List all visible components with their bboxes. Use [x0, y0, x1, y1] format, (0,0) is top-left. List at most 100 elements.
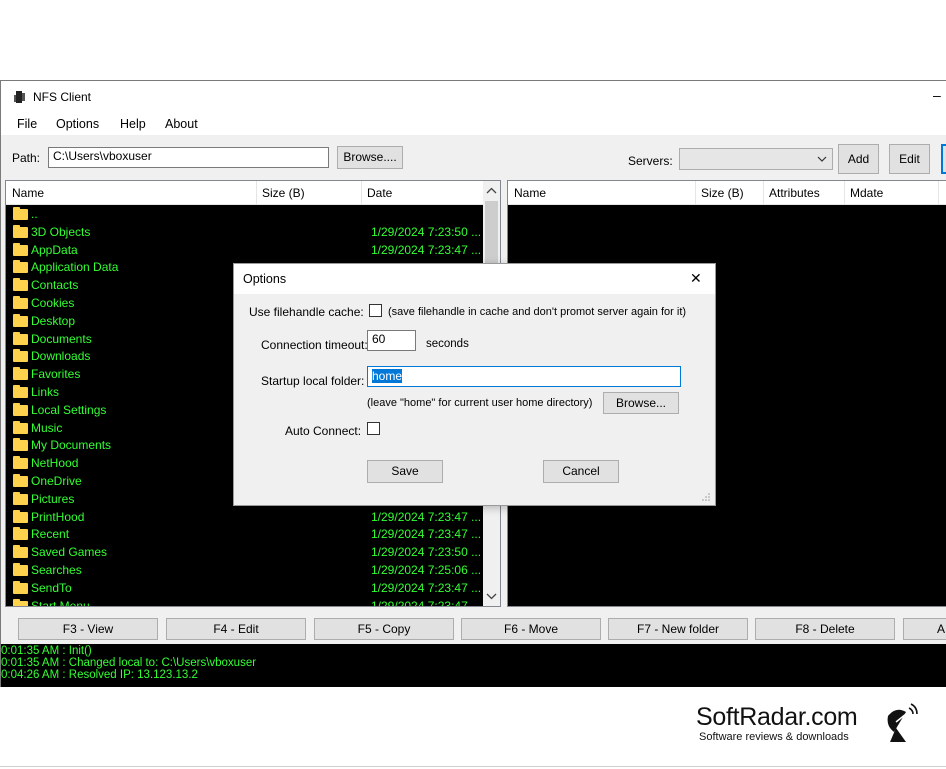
folder-icon	[13, 349, 28, 363]
f6-move-button[interactable]: F6 - Move	[461, 618, 601, 640]
file-name: Local Settings	[31, 402, 107, 417]
list-item[interactable]: Recent 1/29/2024 7:23:47 ...	[6, 525, 483, 543]
cancel-button[interactable]: Cancel	[543, 460, 619, 483]
file-name: Documents	[31, 331, 92, 346]
startup-folder-label: Startup local folder:	[261, 374, 365, 388]
file-date: 1/29/2024 7:25:06 ...	[371, 563, 482, 577]
folder-icon	[13, 207, 28, 220]
folder-icon	[13, 598, 28, 606]
menu-help[interactable]: Help	[120, 117, 146, 131]
remote-col-mdate[interactable]: Mdate	[850, 186, 883, 200]
folder-icon	[13, 224, 28, 238]
dialog-browse-button[interactable]: Browse...	[603, 392, 679, 414]
folder-icon	[13, 385, 28, 398]
remote-col-attributes[interactable]: Attributes	[769, 186, 820, 200]
list-item[interactable]: Start Menu 1/29/2024 7:23:47 ...	[6, 597, 483, 606]
servers-label: Servers:	[628, 154, 673, 168]
path-input[interactable]: C:\Users\vboxuser	[48, 147, 329, 168]
file-name: Favorites	[31, 367, 81, 382]
window-title: NFS Client	[33, 90, 92, 104]
servers-dropdown[interactable]	[679, 148, 833, 170]
folder-icon	[13, 474, 28, 487]
log-panel: 0:01:35 AM : Init() 0:01:35 AM : Changed…	[1, 644, 946, 687]
resize-grip-icon[interactable]	[701, 492, 711, 502]
startup-folder-note: (leave "home" for current user home dire…	[367, 397, 593, 409]
local-col-name[interactable]: Name	[12, 186, 44, 200]
close-icon[interactable]: ✕	[690, 270, 702, 287]
file-name: NetHood	[31, 456, 79, 471]
file-date: 1/29/2024 7:23:50 ...	[371, 224, 482, 239]
list-item[interactable]: SendTo 1/29/2024 7:23:47 ...	[6, 579, 483, 597]
list-item[interactable]: Searches 1/29/2024 7:25:06 ...	[6, 561, 483, 579]
folder-icon	[13, 242, 28, 256]
minimize-button[interactable]: –	[933, 87, 941, 103]
dialog-title: Options	[243, 272, 287, 286]
log-line: 0:04:26 AM : Resolved IP: 13.123.13.2	[1, 669, 198, 681]
remote-col-name[interactable]: Name	[514, 186, 546, 200]
folder-icon	[13, 331, 28, 345]
folder-icon	[13, 491, 28, 505]
scroll-down-icon[interactable]	[486, 592, 497, 600]
path-browse-button[interactable]: Browse....	[337, 146, 403, 169]
file-date: 1/29/2024 7:23:47 ...	[371, 242, 482, 257]
file-name: Pictures	[31, 491, 75, 506]
file-name: Links	[31, 385, 60, 399]
dialog-title-bar: Options ✕	[234, 264, 715, 294]
list-item[interactable]: PrintHood 1/29/2024 7:23:47 ...	[6, 508, 483, 526]
file-name: AppData	[31, 242, 78, 257]
list-item[interactable]: 3D Objects 1/29/2024 7:23:50 ...	[6, 223, 483, 241]
connect-button-partial[interactable]	[941, 144, 946, 174]
f8-delete-button[interactable]: F8 - Delete	[755, 618, 895, 640]
edit-server-button[interactable]: Edit	[889, 144, 930, 174]
scroll-up-icon[interactable]	[486, 187, 497, 195]
folder-icon	[13, 527, 28, 541]
local-col-size[interactable]: Size (B)	[262, 186, 305, 200]
file-name: 3D Objects	[31, 224, 91, 239]
file-name: ..	[31, 207, 38, 221]
folder-icon	[13, 420, 28, 434]
file-name: Searches	[31, 563, 82, 577]
remote-col-size[interactable]: Size (B)	[701, 186, 744, 200]
timeout-unit-label: seconds	[426, 338, 469, 350]
save-button[interactable]: Save	[367, 460, 443, 483]
options-dialog: Options ✕ Use filehandle cache: (save fi…	[233, 263, 716, 506]
file-name: Recent	[31, 527, 70, 542]
filehandle-cache-label: Use filehandle cache:	[249, 305, 364, 319]
list-item[interactable]: Saved Games 1/29/2024 7:23:50 ...	[6, 543, 483, 561]
file-name: Music	[31, 420, 63, 435]
add-server-button[interactable]: Add	[838, 144, 879, 174]
file-name: SendTo	[31, 580, 72, 595]
menu-file[interactable]: File	[17, 117, 37, 131]
bottom-divider	[0, 766, 946, 767]
log-line: 0:01:35 AM : Changed local to: C:\Users\…	[1, 657, 257, 669]
file-name: Contacts	[31, 278, 79, 293]
file-name: Start Menu	[31, 598, 90, 606]
folder-icon	[13, 545, 28, 559]
watermark-brand: SoftRadar.com	[696, 703, 858, 731]
menu-options[interactable]: Options	[56, 117, 99, 131]
filehandle-cache-checkbox[interactable]	[369, 304, 382, 317]
file-date: 1/29/2024 7:23:47 ...	[371, 580, 482, 595]
startup-folder-input[interactable]: home	[367, 366, 681, 387]
local-col-date[interactable]: Date	[367, 186, 392, 200]
folder-icon	[13, 313, 28, 327]
folder-icon	[13, 438, 28, 452]
partial-function-button[interactable]: A	[903, 618, 946, 640]
satellite-dish-icon	[887, 703, 918, 742]
filehandle-cache-note: (save filehandle in cache and don't prom…	[388, 306, 687, 318]
connection-timeout-input[interactable]: 60	[367, 330, 416, 351]
folder-icon	[13, 509, 28, 523]
f7-new-folder-button[interactable]: F7 - New folder	[608, 618, 748, 640]
auto-connect-checkbox[interactable]	[367, 422, 380, 435]
file-name: Downloads	[31, 349, 91, 364]
f5-copy-button[interactable]: F5 - Copy	[314, 618, 454, 640]
file-date: 1/29/2024 7:23:50 ...	[371, 545, 482, 560]
remote-column-header: Name Size (B) Attributes Mdate	[508, 181, 946, 205]
f3-view-button[interactable]: F3 - View	[18, 618, 158, 640]
file-name: Saved Games	[31, 545, 108, 560]
menu-about[interactable]: About	[165, 117, 198, 131]
list-item[interactable]: ..	[6, 205, 483, 223]
f4-edit-button[interactable]: F4 - Edit	[166, 618, 306, 640]
list-item[interactable]: AppData 1/29/2024 7:23:47 ...	[6, 241, 483, 259]
folder-icon	[13, 260, 28, 274]
